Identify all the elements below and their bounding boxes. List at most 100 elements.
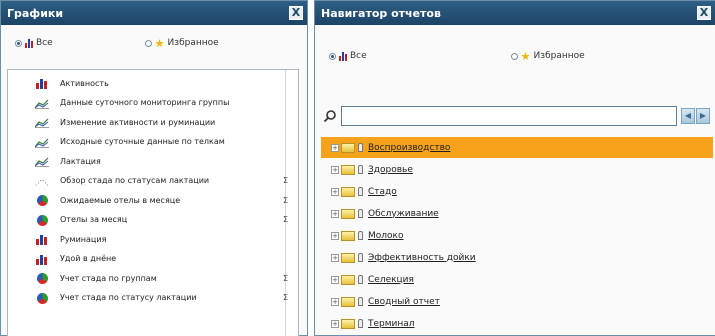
expand-icon[interactable]: + bbox=[331, 275, 339, 284]
app-root: Графики X Все ★ Избранное Активность Данн… bbox=[0, 0, 715, 336]
graph-list-item-label: Отелы за месяц bbox=[60, 215, 128, 224]
folder-icon bbox=[341, 142, 355, 153]
graph-list-item[interactable]: Ожидаемые отелы в месяце Σ bbox=[34, 191, 292, 209]
graph-list-item[interactable]: Учет стада по статусу лактации Σ bbox=[34, 289, 292, 307]
expand-icon[interactable]: + bbox=[331, 209, 339, 218]
report-tree: + Воспроизводство + Здоровье + Стадо + Обслужив… bbox=[321, 137, 715, 336]
graph-list-item-label: Лактация bbox=[60, 156, 101, 166]
graph-list-item[interactable]: Активность bbox=[34, 74, 292, 92]
search-input[interactable] bbox=[341, 106, 677, 126]
graphs-all-label: Все bbox=[36, 38, 53, 48]
report-tree-node-label: Сводный отчет bbox=[368, 296, 440, 307]
lock-icon bbox=[358, 275, 363, 284]
sum-badge: Σ bbox=[282, 215, 288, 224]
expand-icon[interactable]: + bbox=[331, 187, 339, 196]
report-tree-node[interactable]: + Обслуживание bbox=[321, 203, 713, 224]
line-chart-icon bbox=[34, 136, 50, 148]
report-tree-node[interactable]: + Стадо bbox=[321, 181, 713, 202]
favorites-star-icon: ★ bbox=[154, 36, 165, 50]
graphs-filter-all[interactable]: Все bbox=[15, 38, 53, 48]
pie-chart-icon bbox=[34, 214, 50, 226]
navigator-all-radio[interactable] bbox=[329, 52, 336, 60]
expand-icon[interactable]: + bbox=[331, 253, 339, 262]
graph-list-item[interactable]: Удой в днёне bbox=[34, 250, 292, 268]
sum-badge: Σ bbox=[282, 176, 288, 185]
bar-chart-icon bbox=[34, 253, 50, 265]
folder-icon bbox=[341, 318, 355, 329]
report-tree-node-label: Здоровье bbox=[368, 164, 413, 175]
folder-icon bbox=[341, 186, 355, 197]
graph-list-item-label: Учет стада по группам bbox=[60, 273, 157, 283]
report-tree-node[interactable]: + Воспроизводство bbox=[321, 137, 713, 158]
graph-list-item[interactable]: Изменение активности и руминации bbox=[34, 113, 292, 131]
previous-result-button[interactable]: ◀ bbox=[681, 108, 695, 124]
expand-icon[interactable]: + bbox=[331, 165, 339, 174]
graphs-favorites-radio[interactable] bbox=[144, 39, 152, 47]
graphs-filter-bar: Все ★ Избранное bbox=[1, 25, 307, 61]
graphs-panel: Графики X Все ★ Избранное Активность Данн… bbox=[0, 0, 308, 336]
report-navigator-panel: Навигатор отчетов X Все ★ Избранное ◀ ▶ … bbox=[314, 0, 715, 336]
graph-list-item-label: Изменение активности и руминации bbox=[60, 117, 216, 127]
graph-list-item[interactable]: Данные суточного мониторинга группы bbox=[34, 94, 292, 112]
sum-badge: Σ bbox=[282, 293, 288, 302]
line-chart-icon bbox=[34, 97, 50, 109]
graph-list-item-label: Руминация bbox=[60, 234, 107, 244]
scatter-chart-icon: ⋰⋱ bbox=[35, 178, 49, 187]
graph-list-item[interactable]: Отелы за месяц Σ bbox=[34, 211, 292, 229]
navigator-filter-favorites[interactable]: ★ Избранное bbox=[510, 51, 585, 62]
graphs-titlebar: Графики X bbox=[1, 1, 307, 25]
lock-icon bbox=[358, 253, 363, 262]
report-tree-node[interactable]: + Здоровье bbox=[321, 159, 713, 180]
next-result-button[interactable]: ▶ bbox=[696, 108, 710, 124]
report-tree-node-label: Терминал bbox=[368, 318, 415, 329]
lock-icon bbox=[358, 297, 363, 306]
lock-icon bbox=[358, 231, 363, 240]
graph-list-item[interactable]: Исходные суточные данные по телкам bbox=[34, 133, 292, 151]
graph-list-item[interactable]: Руминация bbox=[34, 230, 292, 248]
navigator-favorites-label: Избранное bbox=[533, 51, 585, 61]
lock-icon bbox=[358, 165, 363, 174]
graph-list-item-label: Учет стада по статусу лактации bbox=[60, 293, 197, 302]
pie-chart-icon bbox=[34, 292, 50, 304]
folder-icon bbox=[341, 208, 355, 219]
search-nav-buttons: ◀ ▶ bbox=[681, 108, 710, 124]
navigator-titlebar: Навигатор отчетов X bbox=[315, 1, 715, 25]
graphs-all-radio[interactable] bbox=[15, 39, 22, 47]
graph-list-item-label: Ожидаемые отелы в месяце bbox=[60, 195, 181, 205]
report-tree-node[interactable]: + Терминал bbox=[321, 313, 713, 334]
graph-list-item-label: Удой в днёне bbox=[60, 254, 117, 263]
graph-list-item[interactable]: Учет стада по группам Σ bbox=[34, 269, 292, 287]
expand-icon[interactable]: + bbox=[331, 297, 339, 306]
report-tree-node[interactable]: + Молоко bbox=[321, 225, 713, 246]
graph-list-item[interactable]: Лактация bbox=[34, 152, 292, 170]
expand-icon[interactable]: + bbox=[331, 319, 339, 328]
report-tree-node[interactable]: + Селекция bbox=[321, 269, 713, 290]
report-tree-node-label: Воспроизводство bbox=[368, 142, 451, 153]
bar-chart-icon bbox=[34, 233, 50, 245]
navigator-all-label: Все bbox=[350, 51, 367, 61]
expand-icon[interactable]: + bbox=[331, 231, 339, 240]
navigator-filter-all[interactable]: Все bbox=[329, 51, 367, 61]
all-items-icon bbox=[25, 38, 33, 48]
graph-list-item[interactable]: ⋰⋱ Обзор стада по статусам лактации Σ bbox=[34, 172, 292, 190]
expand-icon[interactable]: + bbox=[331, 143, 339, 152]
folder-icon bbox=[341, 164, 355, 175]
graphs-close-button[interactable]: X bbox=[289, 6, 303, 20]
graphs-filter-favorites[interactable]: ★ Избранное bbox=[144, 36, 219, 50]
folder-icon bbox=[341, 296, 355, 307]
folder-icon bbox=[341, 230, 355, 241]
graphs-title: Графики bbox=[7, 6, 64, 20]
all-items-icon bbox=[339, 51, 347, 61]
report-tree-node-label: Эффективность дойки bbox=[368, 252, 476, 263]
graph-list-item-label: Обзор стада по статусам лактации bbox=[60, 176, 210, 185]
navigator-close-button[interactable]: X bbox=[697, 6, 711, 20]
report-tree-node[interactable]: + Эффективность дойки bbox=[321, 247, 713, 268]
report-tree-node[interactable]: + Сводный отчет bbox=[321, 291, 713, 312]
graph-list-item-label: Исходные суточные данные по телкам bbox=[60, 137, 225, 146]
lock-icon bbox=[358, 187, 363, 196]
folder-icon bbox=[341, 274, 355, 285]
search-row: ◀ ▶ bbox=[323, 105, 711, 127]
report-tree-node-label: Селекция bbox=[368, 274, 414, 285]
lock-icon bbox=[358, 143, 363, 152]
navigator-favorites-radio[interactable] bbox=[510, 52, 518, 60]
